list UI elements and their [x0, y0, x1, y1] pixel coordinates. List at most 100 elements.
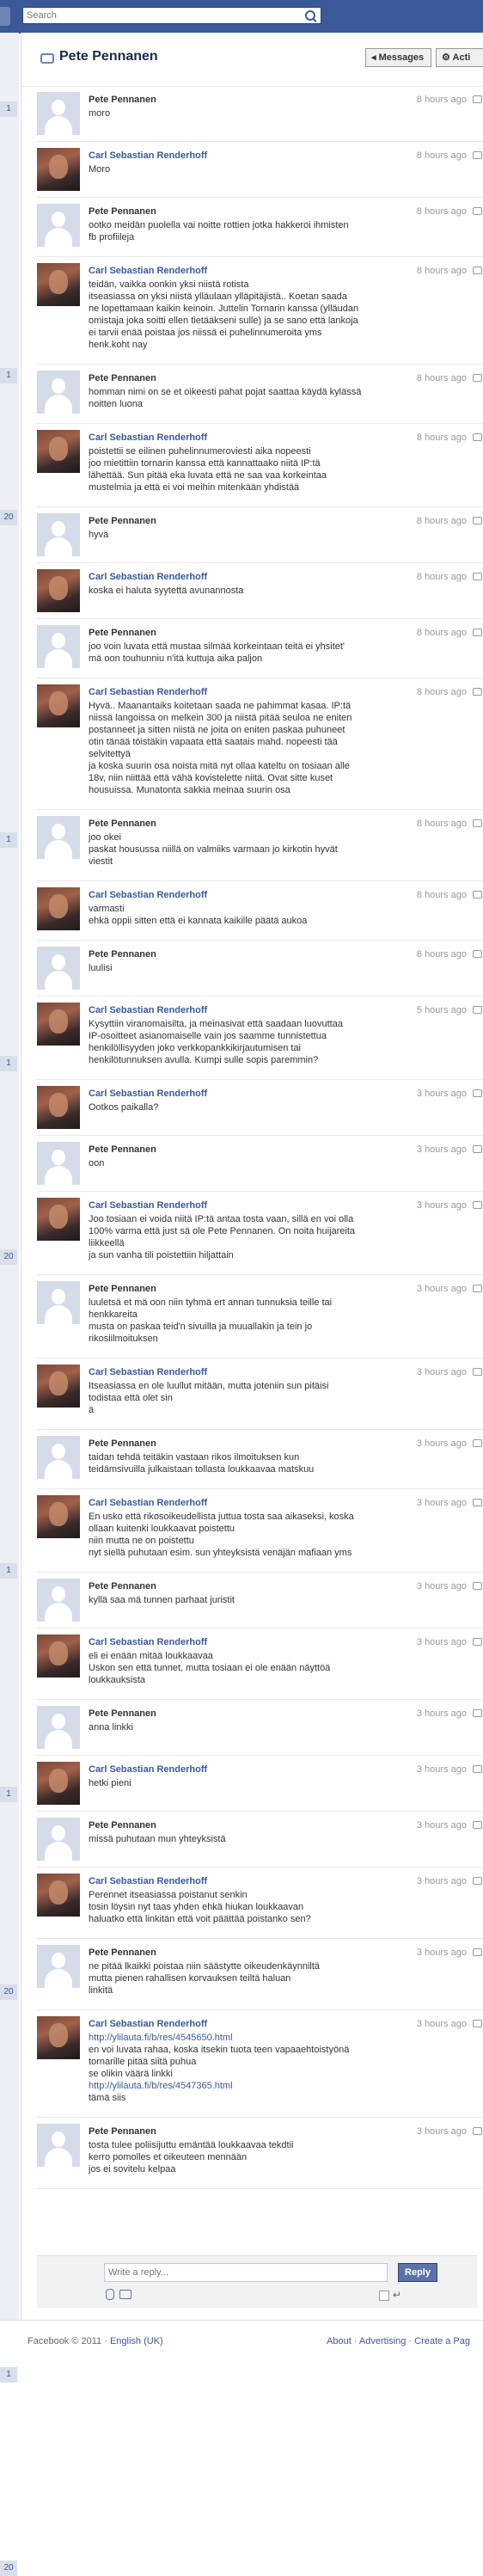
- avatar[interactable]: [37, 1003, 80, 1046]
- reply-icon[interactable]: [473, 1201, 482, 1209]
- footer-link-advertising[interactable]: Advertising: [359, 2336, 406, 2346]
- sender-name[interactable]: Carl Sebastian Renderhoff: [89, 150, 207, 161]
- sender-name[interactable]: Carl Sebastian Renderhoff: [89, 1876, 207, 1886]
- avatar[interactable]: [37, 1762, 80, 1805]
- avatar[interactable]: [37, 816, 80, 859]
- notification-badge[interactable]: 20: [0, 510, 17, 525]
- facebook-logo[interactable]: [0, 7, 10, 26]
- avatar[interactable]: [37, 263, 80, 306]
- reply-icon[interactable]: [473, 1145, 482, 1153]
- avatar[interactable]: [37, 947, 80, 990]
- sender-name[interactable]: Carl Sebastian Renderhoff: [89, 890, 207, 900]
- notification-badge[interactable]: 20: [0, 1249, 17, 1265]
- sender-name[interactable]: Pete Pennanen: [89, 1438, 156, 1449]
- reply-icon[interactable]: [473, 1638, 482, 1646]
- avatar[interactable]: [37, 887, 80, 930]
- footer-link-about[interactable]: About: [327, 2336, 352, 2346]
- reply-icon[interactable]: [473, 1821, 482, 1829]
- notification-badge[interactable]: 1: [0, 2367, 17, 2383]
- reply-icon[interactable]: [473, 688, 482, 696]
- sender-name[interactable]: Pete Pennanen: [89, 1284, 156, 1294]
- reply-icon[interactable]: [473, 1006, 482, 1014]
- avatar[interactable]: [37, 2016, 80, 2059]
- search-input[interactable]: [23, 8, 284, 23]
- reply-icon[interactable]: [473, 1582, 482, 1590]
- sender-name[interactable]: Carl Sebastian Renderhoff: [89, 1498, 207, 1508]
- avatar[interactable]: [37, 1365, 80, 1408]
- sender-name[interactable]: Carl Sebastian Renderhoff: [89, 1089, 207, 1099]
- reply-icon[interactable]: [473, 891, 482, 899]
- sender-name[interactable]: Pete Pennanen: [89, 95, 156, 105]
- avatar[interactable]: [37, 1635, 80, 1677]
- reply-icon[interactable]: [473, 2127, 482, 2135]
- sender-name[interactable]: Pete Pennanen: [89, 373, 156, 383]
- notification-badge[interactable]: 1: [0, 1563, 17, 1579]
- notification-badge[interactable]: 1: [0, 368, 17, 383]
- avatar[interactable]: [37, 1436, 80, 1479]
- sender-name[interactable]: Carl Sebastian Renderhoff: [89, 1764, 207, 1775]
- sender-name[interactable]: Pete Pennanen: [89, 1820, 156, 1831]
- notification-badge[interactable]: 20: [0, 1984, 17, 2000]
- reply-icon[interactable]: [473, 1709, 482, 1717]
- notification-badge[interactable]: 20: [0, 2561, 17, 2576]
- reply-icon[interactable]: [473, 1285, 482, 1292]
- messages-button[interactable]: ◂ Messages: [365, 48, 432, 67]
- avatar[interactable]: [37, 371, 80, 414]
- reply-icon[interactable]: [473, 267, 482, 274]
- avatar[interactable]: [37, 430, 80, 473]
- reply-icon[interactable]: [473, 1499, 482, 1506]
- avatar[interactable]: [37, 2124, 80, 2167]
- reply-icon[interactable]: [473, 151, 482, 159]
- sender-name[interactable]: Pete Pennanen: [89, 628, 156, 638]
- avatar[interactable]: [37, 1086, 80, 1129]
- avatar[interactable]: [37, 1281, 80, 1324]
- message-link[interactable]: http://ylilauta.fi/b/res/4545650.html: [89, 2032, 467, 2044]
- reply-icon[interactable]: [473, 95, 482, 103]
- sender-name[interactable]: Carl Sebastian Renderhoff: [89, 1005, 207, 1015]
- reply-icon[interactable]: [473, 374, 482, 382]
- notification-badge[interactable]: 1: [0, 1787, 17, 1802]
- avatar[interactable]: [37, 92, 80, 135]
- avatar[interactable]: [37, 1874, 80, 1917]
- reply-icon[interactable]: [473, 1439, 482, 1447]
- avatar[interactable]: [37, 1945, 80, 1988]
- avatar[interactable]: [37, 1706, 80, 1749]
- sender-name[interactable]: Pete Pennanen: [89, 516, 156, 526]
- reply-icon[interactable]: [473, 1948, 482, 1956]
- sender-name[interactable]: Pete Pennanen: [89, 819, 156, 829]
- sender-name[interactable]: Pete Pennanen: [89, 1581, 156, 1592]
- reply-icon[interactable]: [473, 629, 482, 636]
- search-box[interactable]: [22, 7, 321, 24]
- reply-icon[interactable]: [473, 819, 482, 827]
- reply-input[interactable]: [104, 2263, 388, 2282]
- reply-icon[interactable]: [473, 207, 482, 215]
- paperclip-icon[interactable]: [106, 2289, 114, 2300]
- enter-to-send-checkbox[interactable]: [379, 2291, 389, 2301]
- sender-name[interactable]: Carl Sebastian Renderhoff: [89, 432, 207, 443]
- reply-icon[interactable]: [473, 517, 482, 524]
- sender-name[interactable]: Pete Pennanen: [89, 949, 156, 960]
- reply-icon[interactable]: [473, 573, 482, 580]
- reply-icon[interactable]: [473, 1765, 482, 1773]
- sender-name[interactable]: Pete Pennanen: [89, 1144, 156, 1155]
- reply-button[interactable]: Reply: [398, 2263, 437, 2282]
- sender-name[interactable]: Carl Sebastian Renderhoff: [89, 1637, 207, 1647]
- sender-name[interactable]: Carl Sebastian Renderhoff: [89, 2019, 207, 2029]
- avatar[interactable]: [37, 1198, 80, 1241]
- reply-icon[interactable]: [473, 1368, 482, 1376]
- avatar[interactable]: [37, 1495, 80, 1538]
- notification-badge[interactable]: 1: [0, 832, 17, 848]
- sender-name[interactable]: Carl Sebastian Renderhoff: [89, 572, 207, 582]
- notification-badge[interactable]: 1: [0, 101, 17, 117]
- avatar[interactable]: [37, 148, 80, 191]
- avatar[interactable]: [37, 1818, 80, 1861]
- sender-name[interactable]: Pete Pennanen: [89, 2126, 156, 2137]
- camera-icon[interactable]: [119, 2290, 131, 2299]
- message-link[interactable]: http://ylilauta.fi/b/res/4547365.html: [89, 2080, 467, 2092]
- sender-name[interactable]: Carl Sebastian Renderhoff: [89, 1367, 207, 1377]
- sender-name[interactable]: Carl Sebastian Renderhoff: [89, 687, 207, 697]
- avatar[interactable]: [37, 569, 80, 612]
- avatar[interactable]: [37, 625, 80, 668]
- search-icon[interactable]: [305, 10, 315, 21]
- avatar[interactable]: [37, 1579, 80, 1622]
